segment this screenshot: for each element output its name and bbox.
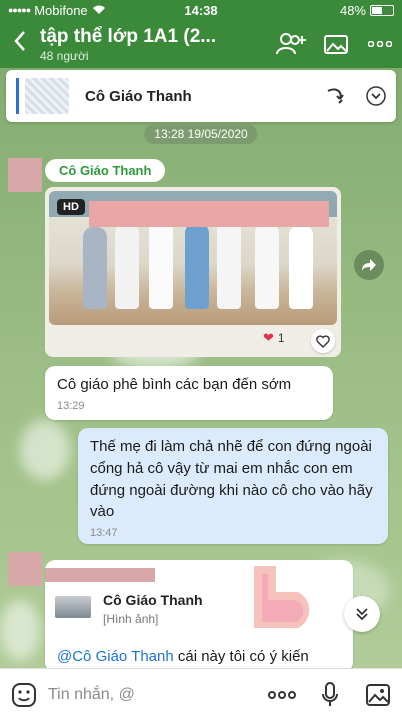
more-icon	[368, 41, 392, 47]
sender-name[interactable]: Cô Giáo Thanh	[45, 159, 166, 182]
date-separator: 13:28 19/05/2020	[144, 124, 258, 144]
photo-figure	[83, 227, 107, 309]
add-member-icon	[276, 33, 306, 55]
outgoing-message[interactable]: Thế mẹ đi làm chả nhẽ để con đứng ngoài …	[78, 428, 388, 544]
battery-percent: 48%	[339, 2, 366, 18]
incoming-message[interactable]: Cô giáo phê bình các bạn đến sớm 13:29	[45, 366, 333, 420]
image-button[interactable]	[354, 669, 402, 720]
more-icon	[268, 690, 296, 699]
pinned-sender: Cô Giáo Thanh	[85, 87, 192, 105]
more-button[interactable]	[358, 22, 402, 66]
quoted-message[interactable]: Cô Giáo Thanh [Hình ảnh]	[55, 592, 203, 626]
watermark-logo	[254, 566, 310, 628]
battery-icon	[370, 4, 394, 16]
pinned-accent-bar	[16, 78, 19, 114]
expand-pinned-button[interactable]	[356, 86, 396, 106]
redaction-bar	[89, 201, 329, 227]
wifi-icon	[92, 3, 106, 18]
album-icon	[324, 35, 348, 54]
react-button[interactable]	[311, 329, 335, 353]
pinned-thumbnail	[25, 78, 69, 114]
photo-message[interactable]: HD ❤ 1	[45, 187, 341, 357]
status-bar: ●●●●● Mobifone 14:38 48%	[0, 0, 402, 20]
pinned-message[interactable]: Cô Giáo Thanh	[6, 70, 396, 122]
class-photo[interactable]: HD	[49, 191, 337, 325]
message-time: 13:29	[57, 399, 85, 412]
sticker-button[interactable]	[0, 669, 48, 720]
more-options-button[interactable]	[258, 669, 306, 720]
double-chevron-down-icon	[356, 608, 368, 621]
reply-text: @Cô Giáo Thanh cái này tôi có ý kiến	[57, 648, 309, 665]
signal-icon: ●●●●●	[8, 5, 31, 15]
status-time: 14:38	[184, 2, 218, 18]
microphone-icon	[322, 681, 338, 706]
quoted-sender: Cô Giáo Thanh	[103, 592, 203, 608]
reaction-count: 1	[277, 331, 285, 345]
message-text: Cô giáo phê bình các bạn đến sớm	[57, 376, 292, 393]
emoji-icon	[12, 682, 36, 707]
share-arrow-icon	[362, 259, 376, 271]
back-arrow-icon	[14, 30, 25, 51]
voice-button[interactable]	[306, 669, 354, 720]
member-count: 48 người	[40, 48, 89, 63]
quoted-thumbnail	[55, 596, 91, 618]
chevron-down-circle-icon	[366, 86, 386, 106]
background-blossom	[20, 420, 70, 480]
chat-header: tập thể lớp 1A1 (2... 48 người	[0, 20, 402, 68]
carrier-label: Mobifone	[34, 2, 88, 18]
scroll-to-bottom-button[interactable]	[344, 596, 380, 632]
message-input-bar: Tin nhắn, @	[0, 668, 402, 720]
photo-figure	[217, 219, 241, 309]
avatar[interactable]	[8, 158, 42, 192]
mention-link[interactable]: @Cô Giáo Thanh	[57, 648, 174, 665]
album-button[interactable]	[314, 22, 358, 66]
heart-outline-icon	[316, 334, 330, 348]
photo-figure	[115, 223, 139, 309]
background-blossom	[0, 600, 40, 660]
add-member-button[interactable]	[270, 22, 314, 66]
back-button[interactable]	[0, 30, 40, 59]
reply-body: cái này tôi có ý kiến	[173, 648, 309, 665]
heart-icon: ❤	[263, 330, 274, 345]
quoted-type: [Hình ảnh]	[103, 612, 159, 626]
reaction-summary[interactable]: ❤ 1	[263, 330, 285, 346]
photo-figure	[255, 223, 279, 309]
share-button[interactable]	[354, 250, 384, 280]
curved-arrow-icon	[327, 88, 344, 104]
message-text: Thế mẹ đi làm chả nhẽ để con đứng ngoài …	[90, 438, 373, 521]
chat-title-area[interactable]: tập thể lớp 1A1 (2... 48 người	[40, 26, 270, 63]
photo-figure	[185, 223, 209, 309]
message-time: 13:47	[90, 527, 118, 539]
chat-title: tập thể lớp 1A1 (2...	[40, 25, 217, 47]
unpin-button[interactable]	[316, 85, 356, 107]
photo-figure	[289, 225, 313, 309]
message-input[interactable]: Tin nhắn, @	[48, 686, 258, 704]
redaction-bar	[45, 568, 155, 582]
avatar[interactable]	[8, 552, 42, 586]
photo-figure	[149, 219, 173, 309]
hd-badge: HD	[57, 199, 85, 215]
image-icon	[366, 683, 390, 706]
